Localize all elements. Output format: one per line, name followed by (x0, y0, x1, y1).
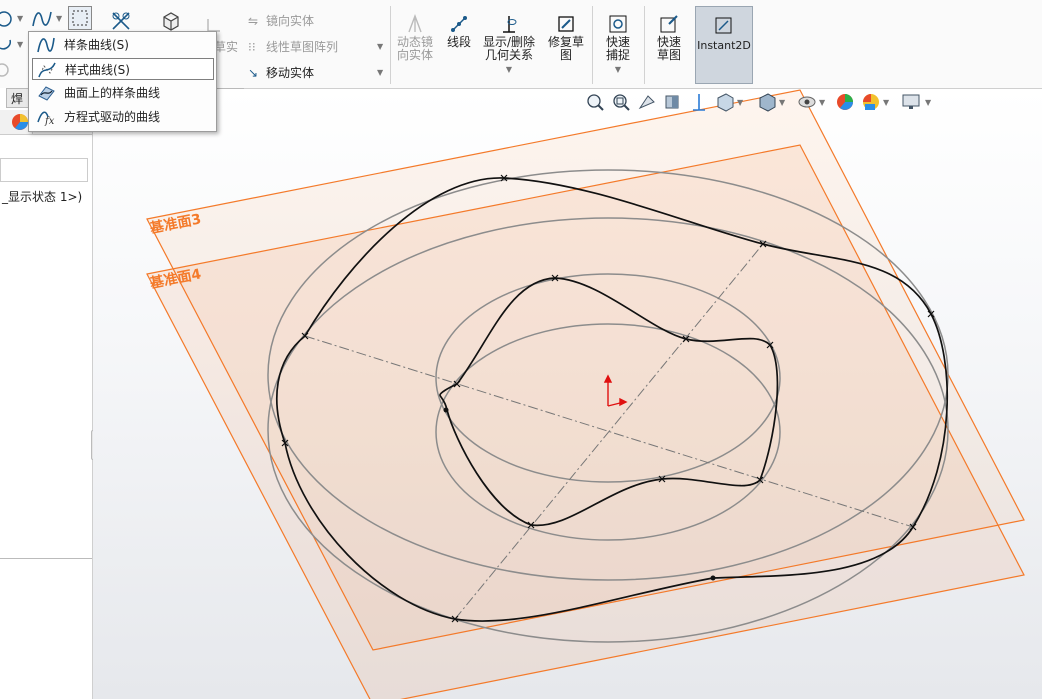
apply-scene-icon[interactable] (861, 92, 881, 112)
toolbar-separator (390, 6, 391, 84)
equation-curve-icon: fx (37, 111, 55, 126)
feature-manager-panel: › _显示状态 1>) (0, 88, 93, 699)
move-entities-button[interactable]: ↘ 移动实体 (248, 64, 314, 81)
quick-snaps-button[interactable]: 快速捕捉 ▼ (597, 14, 639, 76)
quick-snaps-dropdown-caret[interactable]: ▼ (615, 65, 621, 74)
mirror-icon: ⇋ (248, 14, 259, 28)
zoom-to-fit-icon[interactable] (585, 92, 605, 112)
menu-item-label: 样条曲线(S) (64, 38, 129, 52)
spline-endpoint (710, 575, 716, 581)
scene-caret[interactable]: ▼ (883, 98, 889, 107)
line-segment-button[interactable]: 线段 (443, 14, 475, 49)
mirror-entities-label: 镜向实体 (266, 14, 315, 28)
toolbar-separator (592, 6, 593, 84)
previous-view-icon[interactable] (637, 92, 657, 112)
style-spline-icon (38, 62, 56, 78)
quick-snaps-icon (609, 15, 627, 33)
spline-dropdown-caret[interactable]: ▼ (56, 14, 62, 23)
repair-sketch-label: 修复草图 (547, 35, 584, 62)
line-segment-label: 线段 (446, 35, 471, 49)
display-style-icon[interactable] (757, 92, 777, 112)
panel-splitter[interactable] (0, 558, 92, 559)
instant2d-label: Instant2D (697, 39, 751, 52)
hide-show-items-icon[interactable] (797, 92, 817, 112)
display-style-caret[interactable]: ▼ (779, 98, 785, 107)
spline-tool-icon[interactable] (31, 8, 53, 30)
move-icon: ↘ (248, 66, 259, 80)
view-orientation-icon[interactable] (715, 92, 735, 112)
appearance-icon[interactable] (10, 112, 30, 132)
dynamic-mirror-icon (408, 14, 422, 33)
repair-sketch-icon (558, 16, 574, 32)
linear-pattern-button[interactable]: ⁝⁝ 线性草图阵列 (248, 38, 338, 55)
instant2d-button[interactable]: Instant2D (695, 6, 753, 84)
pattern-dropdown-caret[interactable]: ▼ (377, 42, 383, 51)
line-segment-icon (451, 16, 467, 32)
sketch-canvas: 基准面3 基准面4 (146, 89, 1025, 699)
trim-entities-icon[interactable] (110, 10, 132, 32)
relations-dropdown-caret[interactable]: ▼ (506, 65, 512, 74)
linear-pattern-label: 线性草图阵列 (266, 40, 339, 54)
dynamic-mirror-button[interactable]: 动态镜向实体 (394, 14, 436, 62)
spline-icon (37, 37, 55, 53)
relations-icon (503, 16, 517, 33)
dynamic-mirror-label: 动态镜向实体 (396, 35, 433, 62)
instant2d-icon (715, 17, 732, 34)
move-entities-label: 移动实体 (266, 66, 315, 80)
spline-endpoint (443, 407, 449, 413)
spline-dropdown-menu: 样条曲线(S) 样式曲线(S) 曲面上的样条曲线 fx 方程式驱动的曲线 (28, 31, 217, 132)
rapid-sketch-label: 快速草图 (656, 35, 681, 62)
relations-label: 显示/删除几何关系 (482, 35, 536, 62)
display-state-label: _显示状态 1>) (2, 190, 83, 204)
view-settings-icon[interactable] (901, 92, 921, 112)
rapid-sketch-button[interactable]: 快速草图 (648, 14, 690, 62)
menu-item-style-spline[interactable]: 样式曲线(S) (32, 58, 214, 80)
view-settings-caret[interactable]: ▼ (925, 98, 931, 107)
zoom-to-area-icon[interactable] (611, 92, 631, 112)
repair-sketch-button[interactable]: 修复草图 (545, 14, 587, 62)
menu-item-spline-on-surface[interactable]: 曲面上的样条曲线 (32, 82, 214, 104)
convert-entities-icon[interactable] (160, 10, 182, 32)
hide-show-caret[interactable]: ▼ (819, 98, 825, 107)
show-delete-relations-button[interactable]: 显示/删除几何关系 ▼ (480, 14, 538, 76)
arc-tool-icon[interactable] (0, 36, 16, 54)
dynamic-annotation-icon[interactable] (689, 92, 709, 112)
toolbar-separator (644, 6, 645, 84)
graphics-area[interactable]: 基准面3 基准面4 (93, 89, 1042, 699)
polygon-tool-icon[interactable] (0, 62, 14, 78)
menu-item-equation-curve[interactable]: fx 方程式驱动的曲线 (32, 106, 214, 128)
circle-dropdown-caret[interactable]: ▼ (17, 14, 23, 23)
sketch-plane-icon[interactable] (68, 6, 92, 30)
quick-snaps-label: 快速捕捉 (605, 35, 630, 62)
mirror-entities-button[interactable]: ⇋ 镜向实体 (248, 12, 314, 29)
edit-appearance-icon[interactable] (835, 92, 855, 112)
spline-on-surface-icon (38, 86, 55, 101)
svg-text:fx: fx (44, 116, 55, 126)
menu-item-label: 曲面上的样条曲线 (64, 86, 161, 100)
menu-item-label: 方程式驱动的曲线 (64, 110, 161, 124)
linear-pattern-icon: ⁝⁝ (248, 40, 256, 54)
move-dropdown-caret[interactable]: ▼ (377, 68, 383, 77)
rapid-sketch-icon (660, 15, 678, 33)
section-view-icon[interactable] (663, 92, 683, 112)
menu-item-label: 样式曲线(S) (65, 63, 130, 77)
convert-partial-label: 草实 (214, 40, 239, 54)
arc-dropdown-caret[interactable]: ▼ (17, 40, 23, 49)
menu-item-spline[interactable]: 样条曲线(S) (32, 34, 214, 56)
filter-field[interactable] (0, 158, 88, 182)
view-orientation-caret[interactable]: ▼ (737, 98, 743, 107)
